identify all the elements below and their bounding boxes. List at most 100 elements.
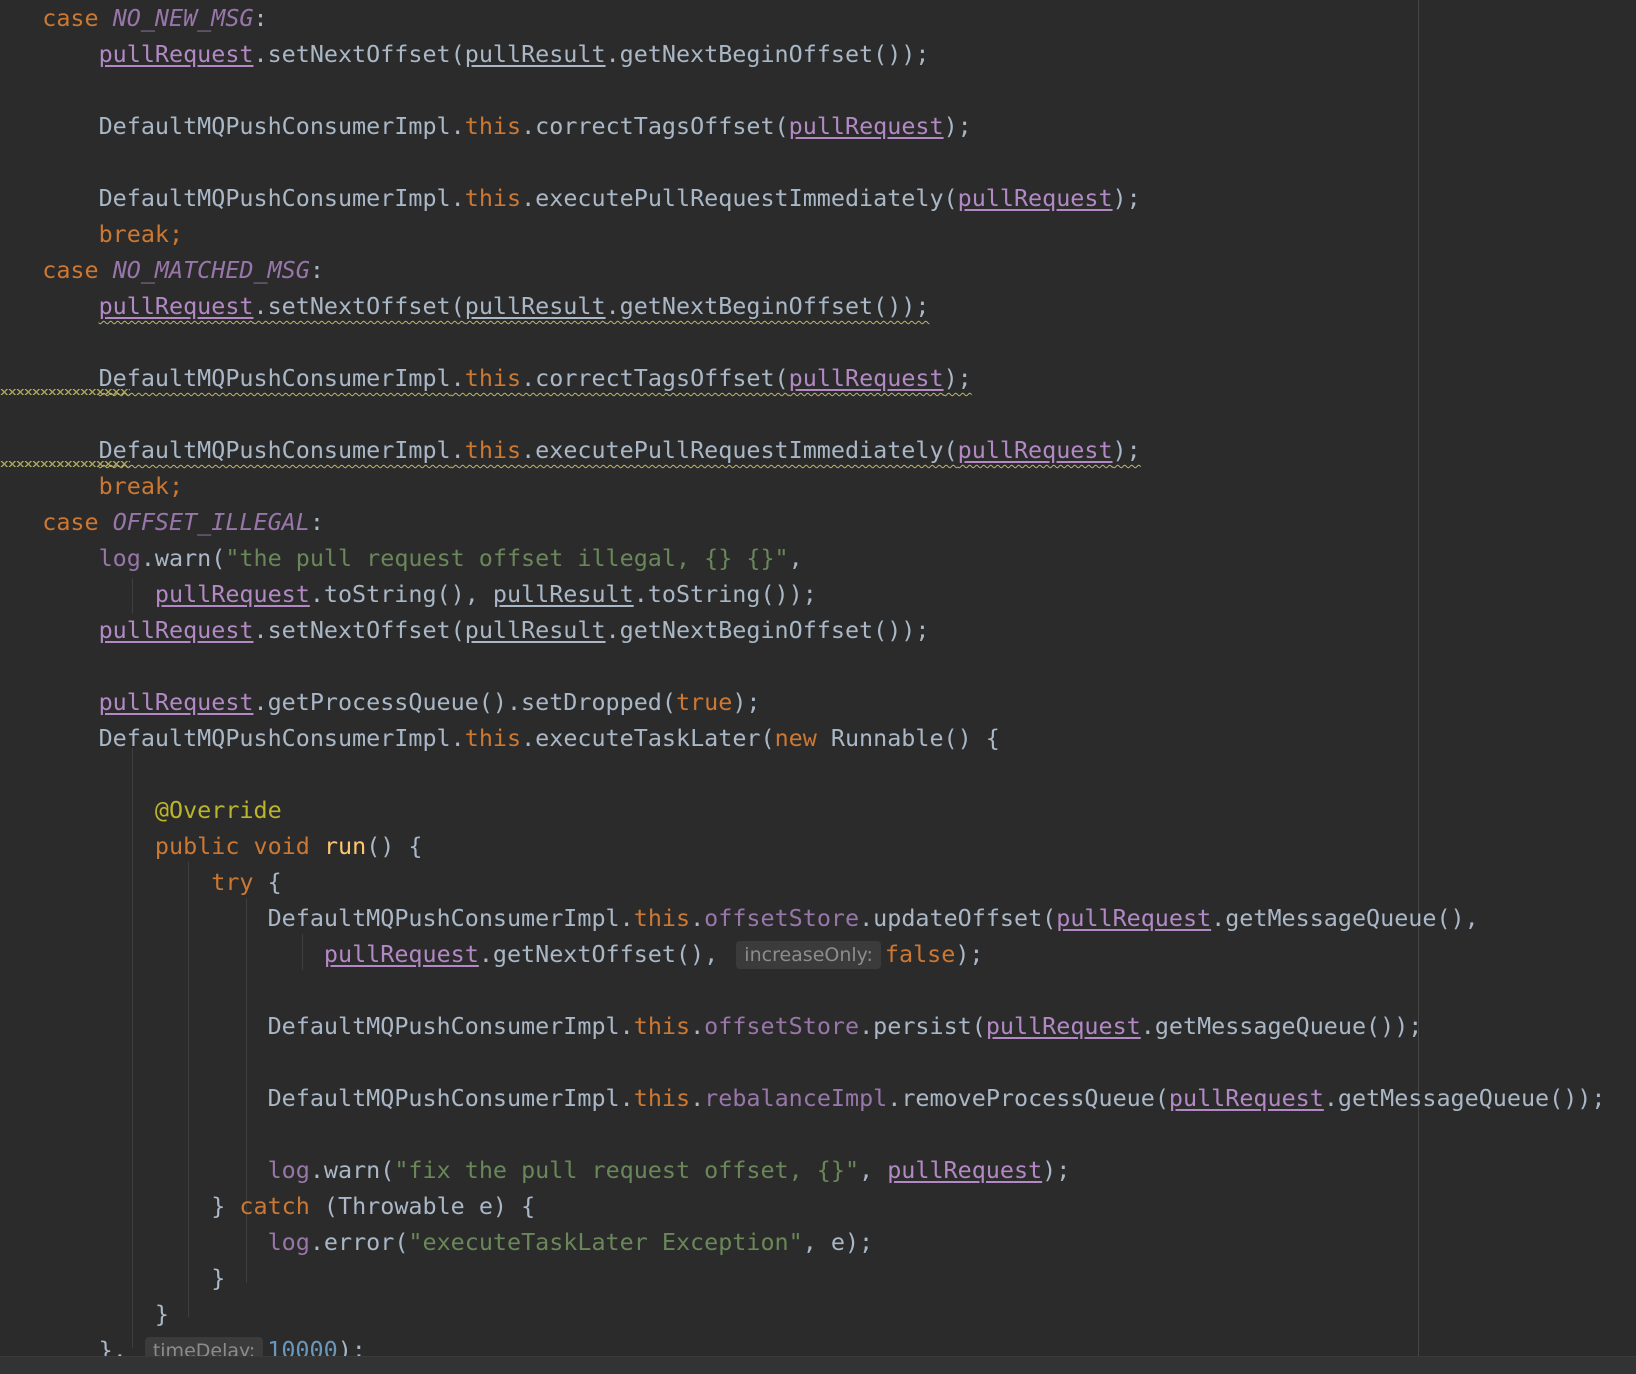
code-line-8[interactable]: case NO_MATCHED_MSG: [0,252,324,288]
code-line-9[interactable]: pullRequest.setNextOffset(pullResult.get… [0,288,930,324]
field-ref: rebalanceImpl [704,1084,888,1112]
code-text: () { [366,832,423,860]
code-line-24[interactable]: public void run() { [0,828,423,864]
code-text: .toString()); [633,580,817,608]
code-line-21[interactable]: DefaultMQPushConsumerImpl.this.executeTa… [0,720,1000,756]
variable-ref: pullRequest [788,112,944,140]
code-text: { [253,868,282,896]
code-text: .toString(), [309,580,493,608]
keyword: this [464,112,522,140]
code-line-29[interactable]: DefaultMQPushConsumerImpl.this.offsetSto… [0,1008,1423,1044]
class-ref: DefaultMQPushConsumerImpl [98,184,451,212]
code-line-2[interactable]: pullRequest.setNextOffset(pullResult.get… [0,36,930,72]
code-text: . [450,112,465,140]
variable-ref: pullResult [464,616,606,644]
code-line-35[interactable]: log.error("executeTaskLater Exception", … [0,1224,874,1260]
keyword: this [633,1012,691,1040]
variable-ref: pullResult [464,40,606,68]
keyword: void [253,832,310,860]
code-line-37[interactable]: } [0,1296,169,1332]
code-text: ); [955,940,984,968]
code-text: . [690,1012,705,1040]
code-text: .persist( [859,1012,986,1040]
right-margin-guide [1418,0,1419,1356]
code-text: .error( [309,1228,409,1256]
code-line-6[interactable]: DefaultMQPushConsumerImpl.this.executePu… [0,180,1141,216]
code-text: , [859,1156,888,1184]
code-line-23[interactable]: @Override [0,792,282,828]
code-text: .removeProcessQueue( [887,1084,1169,1112]
code-line-14[interactable]: break; [0,468,184,504]
code-line-18[interactable]: pullRequest.setNextOffset(pullResult.get… [0,612,930,648]
keyword: true [675,688,733,716]
code-text: .getMessageQueue()); [1323,1084,1606,1112]
class-ref: DefaultMQPushConsumerImpl [98,724,451,752]
string-literal: "executeTaskLater Exception" [408,1228,803,1256]
code-text: .getNextBeginOffset()); [605,40,930,68]
code-text: . [619,1012,634,1040]
code-text: . [619,904,634,932]
code-editor[interactable]: case NO_NEW_MSG: pullRequest.setNextOffs… [0,0,1636,1374]
method-declaration: run [323,832,367,860]
code-text: .setNextOffset( [253,292,465,320]
inlay-hint-increase-only: increaseOnly: [736,941,881,969]
punctuation: : [309,256,324,284]
code-line-11[interactable]: DefaultMQPushConsumerImpl.this.correctTa… [0,360,972,396]
keyword: case [42,4,99,32]
variable-ref: pullRequest [323,940,479,968]
variable-ref: pullRequest [98,40,254,68]
variable-ref: pullRequest [98,616,254,644]
code-line-25[interactable]: try { [0,864,282,900]
duplicate-code-warning[interactable]: DefaultMQPushConsumerImpl.this.executePu… [99,436,1141,464]
enum-constant: NO_NEW_MSG [112,4,254,32]
code-text: .getMessageQueue(), [1211,904,1479,932]
code-line-13[interactable]: DefaultMQPushConsumerImpl.this.executePu… [0,432,1141,468]
duplicate-code-warning[interactable]: pullRequest.setNextOffset(pullResult.get… [99,292,930,320]
code-text: ); [1042,1156,1071,1184]
field-ref: offsetStore [704,904,860,932]
code-text: .getProcessQueue().setDropped( [253,688,676,716]
code-line-17[interactable]: pullRequest.toString(), pullResult.toStr… [0,576,817,612]
variable-ref: pullRequest [1056,904,1212,932]
field-ref: log [98,544,141,572]
code-line-20[interactable]: pullRequest.getProcessQueue().setDropped… [0,684,761,720]
class-ref: DefaultMQPushConsumerImpl [267,1084,620,1112]
keyword: break; [98,472,184,500]
class-ref: DefaultMQPushConsumerImpl [98,364,451,392]
variable-ref: pullResult [464,292,606,320]
code-line-16[interactable]: log.warn("the pull request offset illega… [0,540,803,576]
code-line-7[interactable]: break; [0,216,184,252]
code-line-31[interactable]: DefaultMQPushConsumerImpl.this.rebalance… [0,1080,1606,1116]
code-line-27[interactable]: pullRequest.getNextOffset(), increaseOnl… [0,936,984,972]
code-text: } [211,1192,240,1220]
keyword: false [884,940,956,968]
keyword: break; [98,220,184,248]
code-text: .setNextOffset( [253,40,465,68]
code-text: , [788,544,803,572]
code-text: .getNextBeginOffset()); [605,292,930,320]
code-text: . [450,724,465,752]
editor-bottom-strip [0,1356,1636,1374]
code-line-4[interactable]: DefaultMQPushConsumerImpl.this.correctTa… [0,108,972,144]
code-text: ); [1112,436,1141,464]
code-line-33[interactable]: log.warn("fix the pull request offset, {… [0,1152,1071,1188]
code-text: .getNextBeginOffset()); [605,616,930,644]
code-line-34[interactable]: } catch (Throwable e) { [0,1188,535,1224]
variable-ref: pullRequest [957,184,1113,212]
keyword: this [464,724,522,752]
keyword: this [464,436,522,464]
code-line-15[interactable]: case OFFSET_ILLEGAL: [0,504,324,540]
code-text: ); [943,364,972,392]
code-text: (Throwable e) { [309,1192,536,1220]
duplicate-code-warning[interactable]: DefaultMQPushConsumerImpl.this.correctTa… [99,364,972,392]
code-text: .executePullRequestImmediately( [521,184,958,212]
code-text: .executeTaskLater( [521,724,775,752]
variable-ref: pullRequest [154,580,310,608]
code-text: .warn( [309,1156,395,1184]
code-line-1[interactable]: case NO_NEW_MSG: [0,0,267,36]
code-line-36[interactable]: } [0,1260,225,1296]
code-text: ); [943,112,972,140]
code-line-26[interactable]: DefaultMQPushConsumerImpl.this.offsetSto… [0,900,1479,936]
code-text: . [450,364,465,392]
variable-ref: pullRequest [957,436,1113,464]
